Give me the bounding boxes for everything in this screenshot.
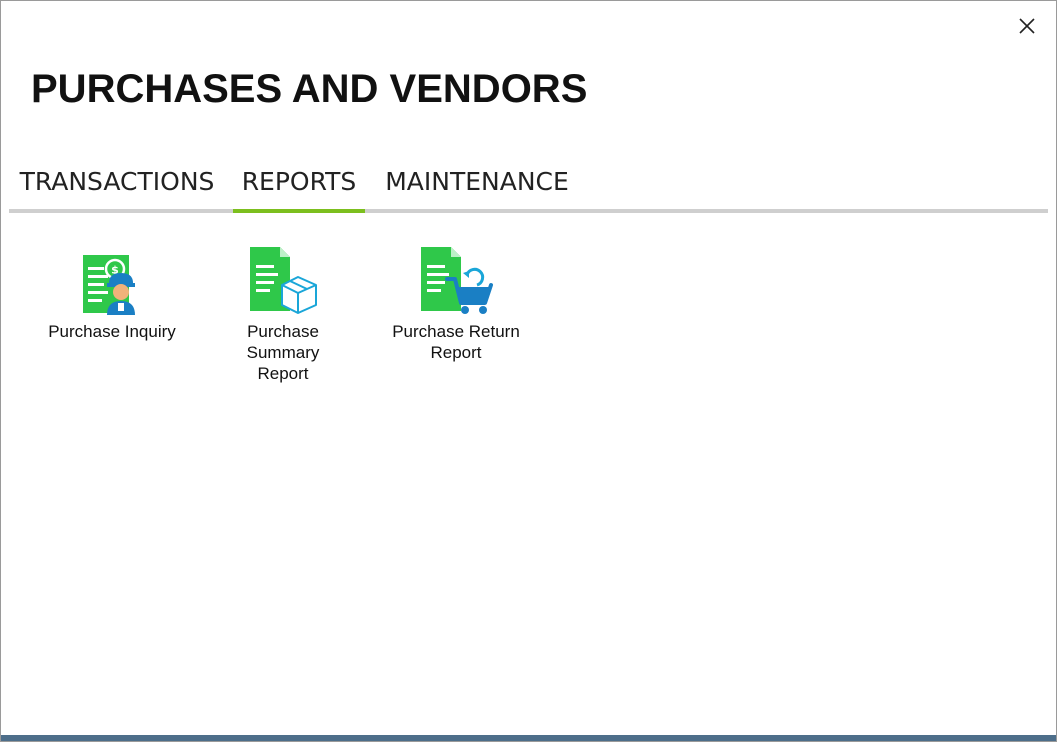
page-title: PURCHASES AND VENDORS (31, 67, 588, 111)
tab-label: TRANSACTIONS (19, 166, 215, 196)
bottom-border-bar (1, 735, 1056, 741)
tile-label: Purchase Summary Report (246, 322, 320, 383)
tab-label: MAINTENANCE (385, 166, 569, 196)
tab-reports[interactable]: REPORTS (233, 153, 365, 213)
purchase-summary-report-icon (250, 247, 317, 314)
purchases-vendors-window: PURCHASES AND VENDORS TRANSACTIONS REPOR… (0, 0, 1057, 742)
tab-bar: TRANSACTIONS REPORTS MAINTENANCE (9, 153, 1048, 213)
purchase-summary-report-button[interactable]: Purchase Summary Report (211, 241, 355, 384)
tab-label: REPORTS (241, 166, 357, 196)
tile-label: Purchase Inquiry (48, 322, 176, 341)
tile-label: Purchase Return Report (392, 322, 520, 362)
tab-maintenance[interactable]: MAINTENANCE (377, 153, 577, 209)
purchase-inquiry-icon: $ (83, 255, 135, 315)
close-icon (1019, 18, 1035, 34)
purchase-inquiry-button[interactable]: $ Purchase Inquiry (41, 241, 183, 342)
purchase-return-report-icon (421, 247, 493, 314)
purchase-return-report-button[interactable]: Purchase Return Report (385, 241, 527, 363)
close-button[interactable] (1012, 11, 1042, 41)
tab-transactions[interactable]: TRANSACTIONS (9, 153, 225, 209)
